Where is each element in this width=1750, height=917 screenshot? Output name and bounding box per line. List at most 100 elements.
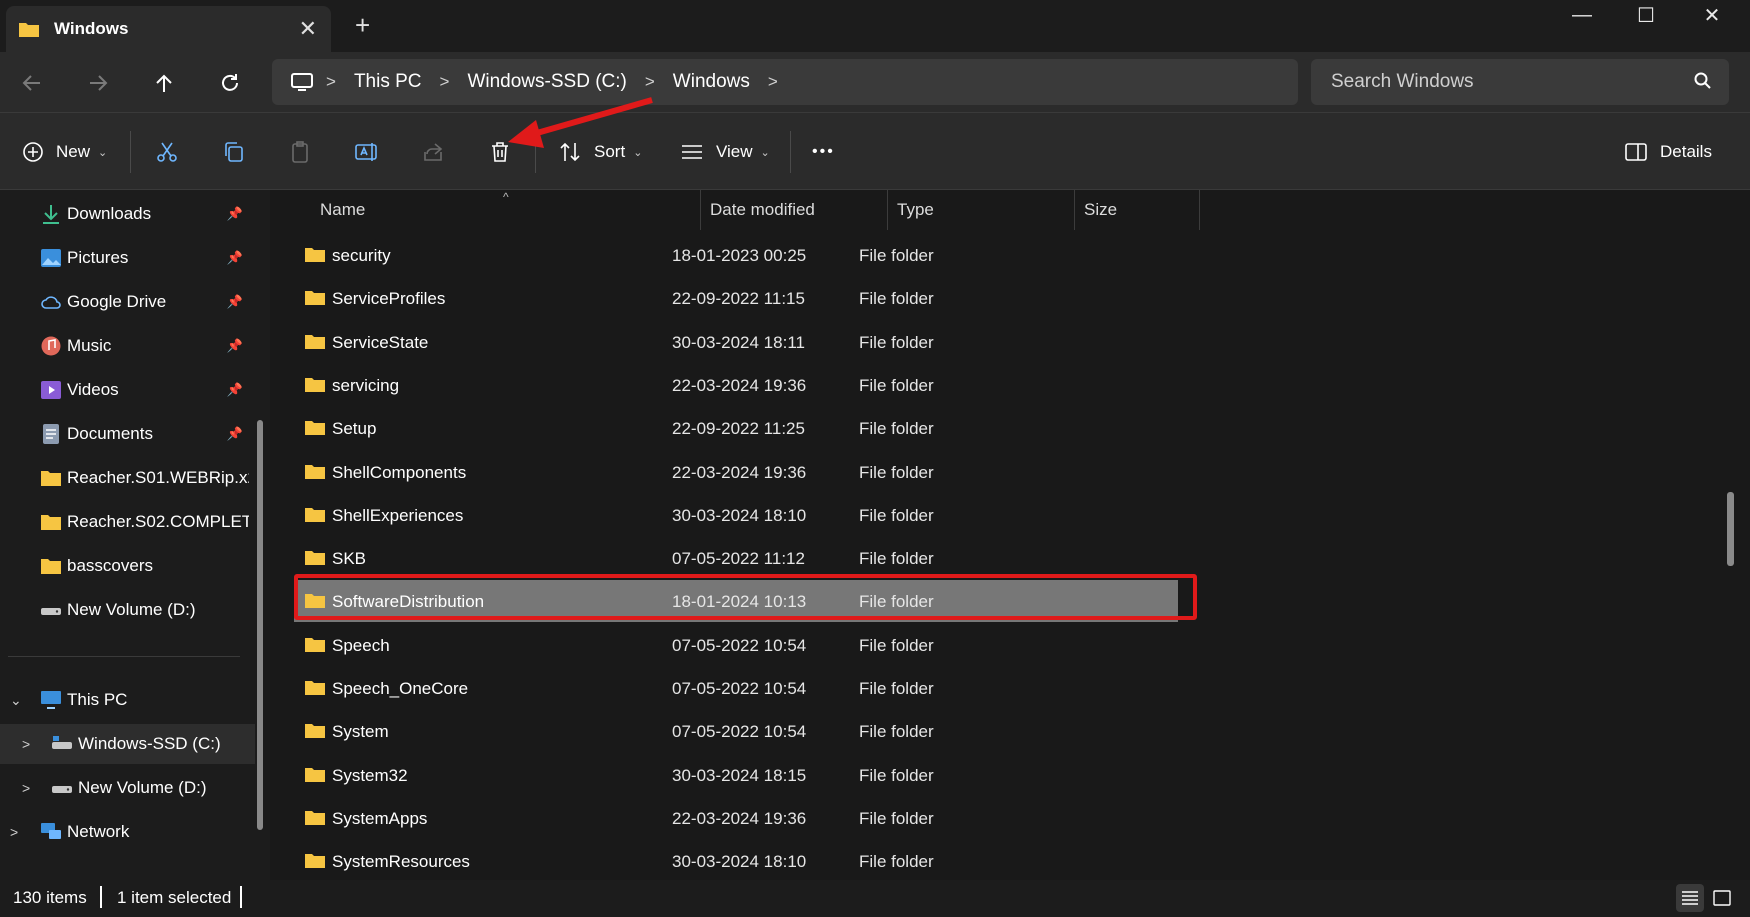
file-name: ServiceProfiles: [332, 289, 446, 309]
file-date: 22-09-2022 11:25: [672, 419, 805, 439]
highlight-box: [294, 574, 1197, 620]
details-view-button[interactable]: [1676, 884, 1704, 912]
folder-icon: [305, 551, 325, 566]
sidebar-item-label: Reacher.S02.COMPLETE.7: [67, 512, 249, 531]
folder-icon: [305, 291, 325, 306]
file-name: SKB: [332, 549, 367, 569]
pin-icon: 📌: [226, 426, 243, 441]
sidebar-item-videos[interactable]: Videos 📌: [0, 370, 255, 410]
sidebar-item-music[interactable]: Music 📌: [0, 326, 255, 366]
chevron-right-icon[interactable]: >: [22, 780, 30, 796]
file-name: System32: [332, 765, 408, 785]
table-row[interactable]: System 07-05-2022 10:54 File folder: [294, 710, 1178, 752]
folder-icon: [41, 559, 61, 574]
file-date: 18-01-2023 00:25: [672, 246, 807, 265]
navigation-pane: Downloads 📌 Pictures 📌 Google Drive 📌 Mu…: [0, 190, 270, 880]
table-row[interactable]: Speech 07-05-2022 10:54 File folder: [294, 624, 1178, 666]
folder-icon: [305, 377, 325, 392]
pin-icon: 📌: [226, 294, 243, 309]
column-header-name[interactable]: Name: [320, 190, 365, 230]
folder-icon: [305, 767, 325, 782]
sidebar-divider: [8, 656, 240, 657]
drive-icon: [52, 786, 72, 793]
sidebar-item-reacher-s01[interactable]: Reacher.S01.WEBRip.x264: [0, 458, 255, 498]
folder-icon: [305, 464, 325, 479]
sidebar-item-documents[interactable]: Documents 📌: [0, 414, 255, 454]
column-divider[interactable]: [887, 190, 888, 230]
sidebar-scrollbar[interactable]: [257, 420, 263, 830]
sidebar-item-label: New Volume (D:): [78, 778, 207, 797]
table-row[interactable]: SystemApps 22-03-2024 19:36 File folder: [294, 797, 1178, 839]
file-name: Setup: [332, 419, 377, 439]
table-row[interactable]: System32 30-03-2024 18:15 File folder: [294, 754, 1178, 796]
column-divider[interactable]: [1199, 190, 1200, 230]
table-row[interactable]: SystemResources 30-03-2024 18:10 File fold…: [294, 840, 1178, 882]
folder-icon: [41, 515, 61, 530]
sidebar-item-drive-d[interactable]: > New Volume (D:): [0, 768, 255, 808]
folder-icon: [305, 681, 325, 695]
file-name: SystemApps: [332, 808, 428, 828]
file-type: File folder: [859, 765, 934, 785]
sidebar-item-label: Downloads: [67, 204, 152, 223]
file-list-scrollbar[interactable]: [1727, 492, 1734, 566]
sidebar-item-drive-c[interactable]: > Windows-SSD (C:): [0, 724, 255, 764]
table-row[interactable]: ServiceState 30-03-2024 18:11 File folder: [294, 321, 1178, 363]
sort-up-icon: ^: [503, 190, 509, 204]
document-icon: [43, 424, 59, 444]
file-type: File folder: [859, 635, 934, 655]
table-row[interactable]: ServiceProfiles 22-09-2022 11:15 File fold…: [294, 277, 1178, 319]
pin-icon: 📌: [226, 250, 243, 265]
tiles-view-button[interactable]: [1708, 884, 1736, 912]
folder-icon: [41, 471, 61, 486]
file-name: System: [332, 722, 389, 742]
table-row[interactable]: ShellExperiences 30-03-2024 18:10 File fol…: [294, 494, 1178, 536]
sidebar-item-label: This PC: [67, 690, 128, 709]
tiles-view-icon: [1713, 890, 1731, 906]
table-row[interactable]: Setup 22-09-2022 11:25 File folder: [294, 407, 1178, 449]
sidebar-item-label: New Volume (D:): [67, 600, 196, 619]
file-name: Speech_OneCore: [332, 679, 469, 698]
table-row[interactable]: Speech_OneCore 07-05-2022 10:54 File folde…: [294, 667, 1178, 709]
chevron-right-icon[interactable]: >: [22, 736, 30, 752]
sidebar-item-basscovers[interactable]: basscovers: [0, 546, 255, 586]
table-row[interactable]: security 18-01-2023 00:25 File folder: [294, 234, 1178, 276]
system-drive-icon: [52, 736, 72, 749]
sidebar-item-pictures[interactable]: Pictures 📌: [0, 238, 255, 278]
file-date: 22-03-2024 19:36: [672, 462, 807, 482]
column-header-date[interactable]: Date modified: [710, 190, 815, 230]
sidebar-item-google-drive[interactable]: Google Drive 📌: [0, 282, 255, 322]
chevron-right-icon[interactable]: >: [10, 824, 18, 840]
column-divider[interactable]: [700, 190, 701, 230]
table-row[interactable]: ShellComponents 22-03-2024 19:36 File fold…: [294, 451, 1178, 493]
details-view-icon: [1682, 891, 1698, 905]
sidebar-item-label: Reacher.S01.WEBRip.x264: [67, 468, 249, 487]
file-type: File folder: [859, 289, 934, 309]
column-header-size[interactable]: Size: [1084, 190, 1117, 230]
file-type: File folder: [859, 679, 934, 698]
sidebar-item-new-volume-quick[interactable]: New Volume (D:): [0, 590, 255, 630]
status-divider: [100, 886, 102, 908]
folder-icon: [305, 724, 325, 739]
file-date: 07-05-2022 10:54: [672, 635, 807, 655]
sidebar-item-reacher-s02[interactable]: Reacher.S02.COMPLETE.7: [0, 502, 255, 542]
column-header-type[interactable]: Type: [897, 190, 934, 230]
sidebar-item-label: basscovers: [67, 556, 153, 575]
table-row[interactable]: SKB 07-05-2022 11:12 File folder: [294, 537, 1178, 579]
sidebar-item-label: Music: [67, 336, 112, 355]
sidebar-item-downloads[interactable]: Downloads 📌: [0, 194, 255, 234]
file-type: File folder: [859, 722, 934, 742]
chevron-down-icon[interactable]: ⌄: [10, 692, 22, 709]
sidebar-item-network[interactable]: > Network: [0, 812, 255, 852]
file-type: File folder: [859, 462, 934, 482]
file-type: File folder: [859, 808, 934, 828]
file-name: ServiceState: [332, 332, 429, 352]
sidebar-item-label: Google Drive: [67, 292, 167, 311]
pin-icon: 📌: [226, 338, 243, 353]
file-name: security: [332, 246, 391, 265]
column-divider[interactable]: [1074, 190, 1075, 230]
sidebar-item-this-pc[interactable]: ⌄ This PC: [0, 680, 255, 720]
folder-icon: [305, 507, 325, 522]
file-date: 22-03-2024 19:36: [672, 808, 807, 828]
table-row[interactable]: servicing 22-03-2024 19:36 File folder: [294, 364, 1178, 406]
file-type: File folder: [859, 505, 934, 525]
